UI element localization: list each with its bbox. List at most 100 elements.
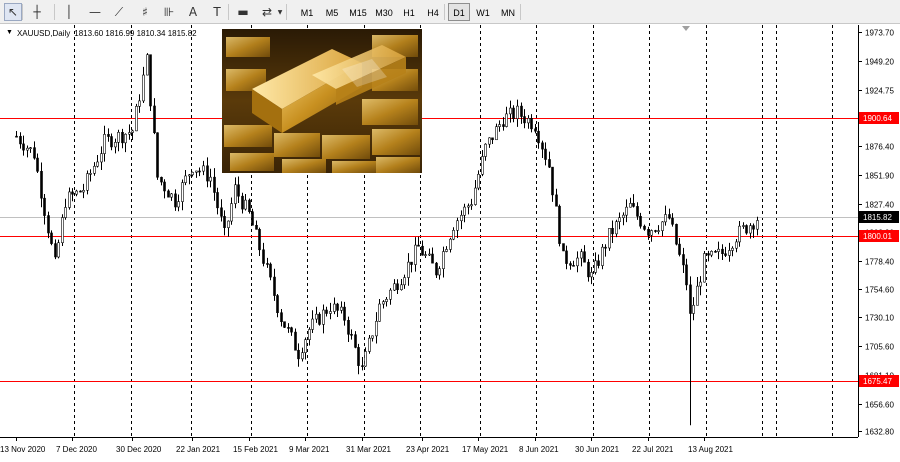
candle-body bbox=[428, 253, 431, 256]
gold-bars-picture bbox=[222, 29, 422, 173]
candle-body bbox=[565, 250, 568, 264]
timeframe-m15[interactable]: M15 bbox=[346, 3, 370, 21]
candle-body bbox=[57, 242, 60, 258]
timeframe-w1[interactable]: W1 bbox=[472, 3, 494, 21]
candle-body bbox=[675, 223, 678, 245]
candle-body bbox=[717, 248, 720, 252]
candle-body bbox=[86, 173, 89, 191]
toolbar: ↖ ┼ │ — ⟋ ♯ ⊪ A T ▬ ⇄ ▼ M1 M5 M15 M30 H1 H4 D1 W1 MN bbox=[0, 0, 900, 24]
candle-body bbox=[47, 215, 50, 234]
level-label: 1675.47 bbox=[863, 377, 892, 386]
candle-body bbox=[71, 191, 74, 195]
candle-body bbox=[350, 334, 353, 336]
candle-body bbox=[188, 174, 191, 177]
candle-body bbox=[558, 205, 561, 244]
candle-body bbox=[604, 246, 607, 249]
candle-body bbox=[534, 128, 537, 132]
timeframe-m5[interactable]: M5 bbox=[320, 3, 344, 21]
candle-body bbox=[227, 220, 230, 228]
price-tick-label: 1924.75 bbox=[865, 87, 894, 96]
symbol-info: ▼ XAUUSD,Daily 1813.60 1816.99 1810.34 1… bbox=[6, 29, 197, 38]
candle-body bbox=[336, 303, 339, 311]
candle-body bbox=[22, 143, 25, 151]
candle-body bbox=[266, 263, 269, 265]
vertical-line-icon[interactable]: │ bbox=[60, 3, 78, 21]
candle-body bbox=[206, 165, 209, 182]
candle-body bbox=[594, 260, 597, 273]
time-tick-label: 17 May 2021 bbox=[462, 445, 509, 454]
time-tick-label: 23 Apr 2021 bbox=[406, 445, 450, 454]
candle-body bbox=[241, 195, 244, 210]
horizontal-line-icon[interactable]: — bbox=[86, 3, 104, 21]
candle-body bbox=[191, 171, 194, 176]
candle-body bbox=[26, 147, 29, 151]
candle-body bbox=[685, 264, 688, 286]
candle-body bbox=[438, 268, 441, 276]
candle-body bbox=[551, 166, 554, 196]
candle-body bbox=[230, 203, 233, 222]
price-tick-label: 1705.60 bbox=[865, 343, 894, 352]
timeframe-m30[interactable]: M30 bbox=[372, 3, 396, 21]
candle-body bbox=[668, 214, 671, 219]
candle-body bbox=[625, 206, 628, 216]
candle-body bbox=[19, 136, 22, 145]
fibonacci-icon[interactable]: ♯ bbox=[136, 3, 154, 21]
candle-body bbox=[156, 132, 159, 178]
candle-body bbox=[703, 253, 706, 283]
candle-body bbox=[530, 118, 533, 130]
timeframe-m1[interactable]: M1 bbox=[296, 3, 318, 21]
candle-body bbox=[195, 170, 198, 173]
dropdown-triangle-icon[interactable]: ▼ bbox=[6, 29, 13, 38]
candle-body bbox=[509, 107, 512, 115]
shapes-menu-icon[interactable]: ⇄ bbox=[258, 3, 276, 21]
text-icon[interactable]: A bbox=[184, 3, 202, 21]
candle-body bbox=[61, 217, 64, 244]
candle-body bbox=[523, 116, 526, 124]
candle-body bbox=[234, 184, 237, 204]
candle-body bbox=[354, 334, 357, 348]
candle-body bbox=[347, 320, 350, 335]
candle-body bbox=[696, 285, 699, 306]
candle-body bbox=[463, 206, 466, 216]
candle-body bbox=[198, 170, 201, 173]
cursor-icon[interactable]: ↖ bbox=[4, 3, 22, 21]
crosshair-icon[interactable]: ┼ bbox=[28, 3, 46, 21]
price-tick-label: 1754.60 bbox=[865, 286, 894, 295]
candle-body bbox=[756, 220, 759, 230]
candle-body bbox=[135, 105, 138, 132]
candle-body bbox=[43, 197, 46, 216]
candle-body bbox=[315, 313, 318, 320]
candle-body bbox=[79, 190, 82, 193]
candle-body bbox=[692, 304, 695, 314]
timeframe-h1[interactable]: H1 bbox=[398, 3, 420, 21]
candle-body bbox=[590, 272, 593, 278]
timeframe-mn[interactable]: MN bbox=[496, 3, 520, 21]
price-tick-label: 1949.20 bbox=[865, 58, 894, 67]
candle-body bbox=[728, 250, 731, 256]
candle-body bbox=[583, 251, 586, 263]
candle-body bbox=[502, 124, 505, 127]
candle-body bbox=[488, 137, 491, 145]
fibo-fan-icon[interactable]: ⊪ bbox=[160, 3, 178, 21]
text-label-icon[interactable]: T bbox=[208, 3, 226, 21]
candle-body bbox=[262, 249, 265, 264]
trendline-icon[interactable]: ⟋ bbox=[110, 3, 128, 21]
candle-body bbox=[290, 327, 293, 333]
price-tick-label: 1851.90 bbox=[865, 172, 894, 181]
gold-bars-image bbox=[222, 29, 422, 173]
chart-area[interactable]: 1973.701949.201924.751900.251876.401851.… bbox=[0, 25, 900, 462]
candle-body bbox=[276, 295, 279, 314]
timeframe-d1[interactable]: D1 bbox=[448, 3, 470, 21]
candle-body bbox=[138, 100, 141, 107]
candle-body bbox=[153, 105, 156, 134]
time-tick-label: 30 Jun 2021 bbox=[575, 445, 620, 454]
shapes-dropdown-caret-icon[interactable]: ▼ bbox=[276, 3, 284, 21]
candle-body bbox=[477, 173, 480, 189]
candle-body bbox=[735, 241, 738, 249]
candle-body bbox=[329, 311, 332, 314]
timeframe-h4[interactable]: H4 bbox=[422, 3, 444, 21]
rectangle-icon[interactable]: ▬ bbox=[234, 3, 252, 21]
candle-body bbox=[689, 284, 692, 314]
toolbar-separator bbox=[228, 4, 229, 20]
candle-body bbox=[470, 204, 473, 207]
